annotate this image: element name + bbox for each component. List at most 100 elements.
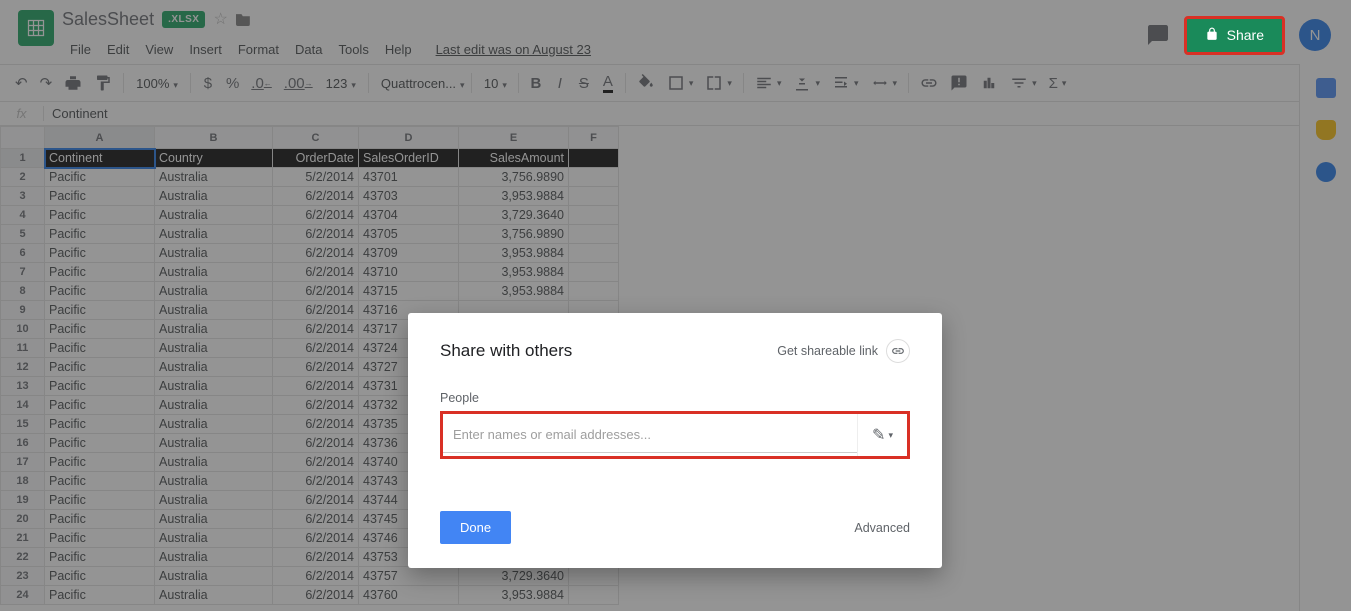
- cell[interactable]: 3,756.9890: [459, 225, 569, 244]
- col-header[interactable]: A: [45, 127, 155, 149]
- cell[interactable]: 6/2/2014: [273, 206, 359, 225]
- cell[interactable]: OrderDate: [273, 149, 359, 168]
- cell[interactable]: 43703: [359, 187, 459, 206]
- row-header[interactable]: 18: [1, 472, 45, 491]
- cell[interactable]: [569, 206, 619, 225]
- row-header[interactable]: 16: [1, 434, 45, 453]
- cell[interactable]: Australia: [155, 168, 273, 187]
- cell[interactable]: 6/2/2014: [273, 567, 359, 586]
- cell[interactable]: Pacific: [45, 472, 155, 491]
- row-header[interactable]: 2: [1, 168, 45, 187]
- cell[interactable]: 6/2/2014: [273, 187, 359, 206]
- cell[interactable]: Pacific: [45, 415, 155, 434]
- formula-bar[interactable]: Continent: [44, 106, 108, 121]
- cell[interactable]: Pacific: [45, 434, 155, 453]
- cell[interactable]: 43710: [359, 263, 459, 282]
- cell[interactable]: [569, 263, 619, 282]
- folder-icon[interactable]: [236, 12, 250, 26]
- row-header[interactable]: 6: [1, 244, 45, 263]
- cell[interactable]: Australia: [155, 301, 273, 320]
- cell[interactable]: Australia: [155, 529, 273, 548]
- cell[interactable]: 6/2/2014: [273, 548, 359, 567]
- cell[interactable]: Pacific: [45, 510, 155, 529]
- currency-icon[interactable]: $: [197, 71, 219, 95]
- row-header[interactable]: 12: [1, 358, 45, 377]
- row-header[interactable]: 11: [1, 339, 45, 358]
- row-header[interactable]: 9: [1, 301, 45, 320]
- cell[interactable]: Australia: [155, 320, 273, 339]
- cell[interactable]: 6/2/2014: [273, 396, 359, 415]
- decrease-decimal-icon[interactable]: .0←: [246, 71, 277, 95]
- cell[interactable]: SalesOrderID: [359, 149, 459, 168]
- get-shareable-link[interactable]: Get shareable link: [777, 339, 910, 363]
- cell[interactable]: Pacific: [45, 548, 155, 567]
- row-header[interactable]: 10: [1, 320, 45, 339]
- menu-file[interactable]: File: [62, 38, 99, 61]
- cell[interactable]: Pacific: [45, 225, 155, 244]
- cell[interactable]: [569, 225, 619, 244]
- print-icon[interactable]: [59, 71, 87, 95]
- cell[interactable]: 6/2/2014: [273, 491, 359, 510]
- cell[interactable]: 6/2/2014: [273, 225, 359, 244]
- cell[interactable]: [569, 168, 619, 187]
- share-button[interactable]: Share: [1184, 16, 1285, 55]
- cell[interactable]: Country: [155, 149, 273, 168]
- cell[interactable]: 5/2/2014: [273, 168, 359, 187]
- cell[interactable]: Pacific: [45, 529, 155, 548]
- cell[interactable]: [569, 149, 619, 168]
- col-header[interactable]: C: [273, 127, 359, 149]
- cell[interactable]: Pacific: [45, 320, 155, 339]
- cell[interactable]: Australia: [155, 377, 273, 396]
- row-header[interactable]: 13: [1, 377, 45, 396]
- cell[interactable]: Australia: [155, 434, 273, 453]
- share-email-input[interactable]: [443, 417, 857, 453]
- number-format-select[interactable]: 123: [320, 72, 362, 95]
- increase-decimal-icon[interactable]: .00→: [279, 71, 318, 95]
- cell[interactable]: Australia: [155, 510, 273, 529]
- cell[interactable]: 6/2/2014: [273, 529, 359, 548]
- text-color-icon[interactable]: A: [597, 71, 619, 95]
- menu-view[interactable]: View: [137, 38, 181, 61]
- account-avatar[interactable]: N: [1299, 19, 1331, 51]
- cell[interactable]: 43757: [359, 567, 459, 586]
- row-header[interactable]: 19: [1, 491, 45, 510]
- cell[interactable]: 43760: [359, 586, 459, 605]
- percent-icon[interactable]: %: [221, 71, 244, 95]
- sheets-logo[interactable]: [18, 10, 54, 46]
- strikethrough-icon[interactable]: S: [573, 71, 595, 95]
- cell[interactable]: Continent: [45, 149, 155, 168]
- cell[interactable]: 6/2/2014: [273, 472, 359, 491]
- menu-data[interactable]: Data: [287, 38, 330, 61]
- cell[interactable]: Australia: [155, 263, 273, 282]
- cell[interactable]: Australia: [155, 453, 273, 472]
- row-header[interactable]: 15: [1, 415, 45, 434]
- col-header[interactable]: D: [359, 127, 459, 149]
- cell[interactable]: [569, 187, 619, 206]
- cell[interactable]: SalesAmount: [459, 149, 569, 168]
- cell[interactable]: 6/2/2014: [273, 358, 359, 377]
- cell[interactable]: Pacific: [45, 206, 155, 225]
- cell[interactable]: Australia: [155, 225, 273, 244]
- cell[interactable]: [569, 282, 619, 301]
- row-header[interactable]: 24: [1, 586, 45, 605]
- cell[interactable]: Australia: [155, 187, 273, 206]
- cell[interactable]: 3,953.9884: [459, 244, 569, 263]
- cell[interactable]: Pacific: [45, 263, 155, 282]
- zoom-select[interactable]: 100%: [130, 72, 184, 95]
- row-header[interactable]: 14: [1, 396, 45, 415]
- cell[interactable]: Pacific: [45, 244, 155, 263]
- cell[interactable]: 3,953.9884: [459, 282, 569, 301]
- menu-edit[interactable]: Edit: [99, 38, 137, 61]
- row-header[interactable]: 1: [1, 149, 45, 168]
- row-header[interactable]: 22: [1, 548, 45, 567]
- cell[interactable]: Pacific: [45, 339, 155, 358]
- row-header[interactable]: 17: [1, 453, 45, 472]
- document-title[interactable]: SalesSheet: [62, 9, 154, 30]
- cell[interactable]: 3,729.3640: [459, 206, 569, 225]
- cell[interactable]: [569, 567, 619, 586]
- cell[interactable]: [569, 586, 619, 605]
- cell[interactable]: Pacific: [45, 377, 155, 396]
- keep-icon[interactable]: [1316, 120, 1336, 140]
- menu-format[interactable]: Format: [230, 38, 287, 61]
- row-header[interactable]: 3: [1, 187, 45, 206]
